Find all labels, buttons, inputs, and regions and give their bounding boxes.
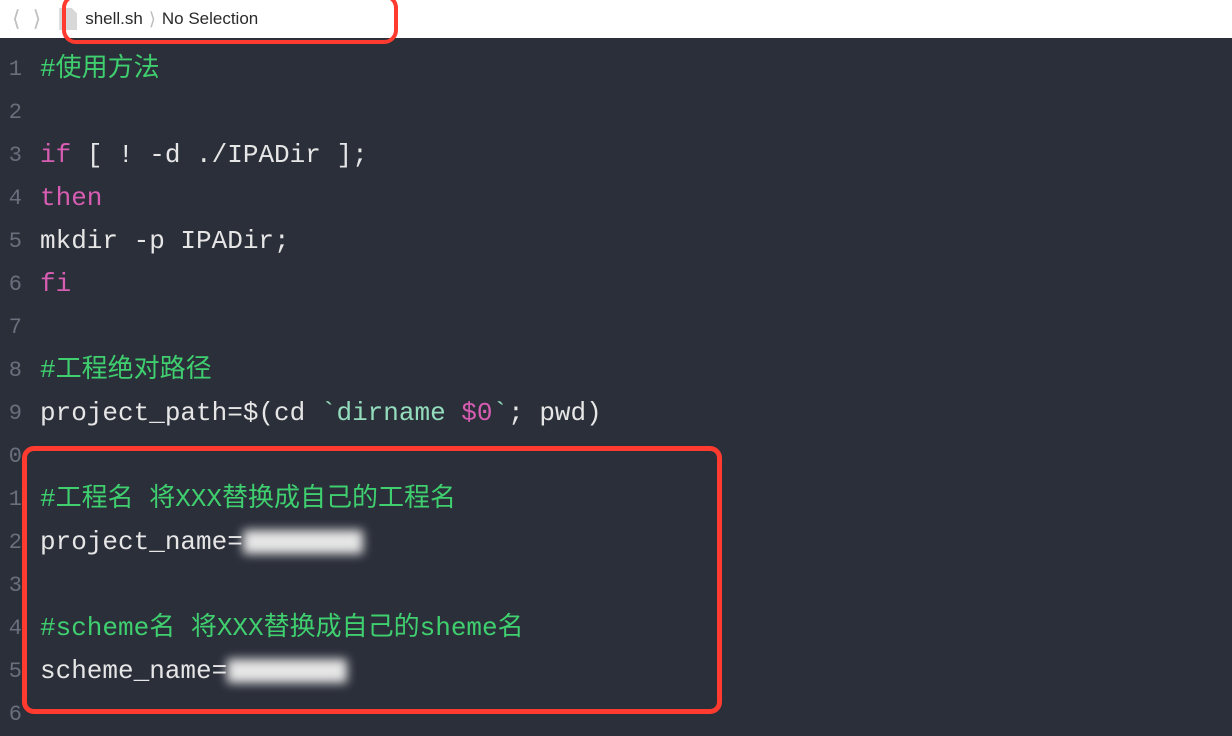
breadcrumb-bar: ⟨ ⟩ shell.sh ⟩ No Selection	[0, 0, 1232, 38]
line-number: 1	[0, 48, 28, 91]
line-number: 4	[0, 607, 28, 650]
text-token: mkdir -p IPADir;	[40, 226, 290, 256]
line-number: 6	[0, 263, 28, 306]
breadcrumb-selection[interactable]: No Selection	[162, 9, 258, 29]
code-line: #使用方法	[40, 48, 1232, 91]
code-line	[40, 91, 1232, 134]
code-line	[40, 306, 1232, 349]
redacted-value	[227, 659, 347, 683]
code-line: mkdir -p IPADir;	[40, 220, 1232, 263]
redacted-value	[243, 530, 363, 554]
code-line: #工程绝对路径	[40, 349, 1232, 392]
keyword-token: then	[40, 183, 102, 213]
line-number: 0	[0, 435, 28, 478]
backtick-token: `	[493, 398, 509, 428]
variable-token: $0	[461, 398, 492, 428]
line-number: 2	[0, 91, 28, 134]
code-line: project_name=	[40, 521, 1232, 564]
line-number: 8	[0, 349, 28, 392]
text-token: project_name=	[40, 527, 243, 557]
line-number: 5	[0, 220, 28, 263]
comment-token: #工程绝对路径	[40, 355, 212, 385]
code-editor[interactable]: 1 2 3 4 5 6 7 8 9 0 1 2 3 4 5 6 #使用方法 if…	[0, 38, 1232, 736]
line-number: 9	[0, 392, 28, 435]
code-line: if [ ! -d ./IPADir ];	[40, 134, 1232, 177]
line-number: 4	[0, 177, 28, 220]
comment-token: #工程名 将XXX替换成自己的工程名	[40, 484, 456, 514]
line-number: 7	[0, 306, 28, 349]
text-token: ; pwd)	[508, 398, 602, 428]
line-number: 3	[0, 134, 28, 177]
breadcrumb-filename[interactable]: shell.sh	[85, 9, 143, 29]
keyword-token: if	[40, 140, 71, 170]
code-line	[40, 435, 1232, 478]
code-line: scheme_name=	[40, 650, 1232, 693]
nav-back-icon[interactable]: ⟨	[6, 6, 27, 32]
text-token: project_path=$(cd	[40, 398, 321, 428]
text-token: [ ! -d ./IPADir ];	[71, 140, 367, 170]
code-area[interactable]: #使用方法 if [ ! -d ./IPADir ]; then mkdir -…	[28, 38, 1232, 736]
code-line: then	[40, 177, 1232, 220]
backtick-token: `dirname	[321, 398, 461, 428]
line-number: 5	[0, 650, 28, 693]
code-line: #scheme名 将XXX替换成自己的sheme名	[40, 607, 1232, 650]
comment-token: #使用方法	[40, 54, 160, 84]
code-line: project_path=$(cd `dirname $0`; pwd)	[40, 392, 1232, 435]
line-gutter: 1 2 3 4 5 6 7 8 9 0 1 2 3 4 5 6	[0, 38, 28, 736]
text-token: scheme_name=	[40, 656, 227, 686]
keyword-token: fi	[40, 269, 71, 299]
code-line: #工程名 将XXX替换成自己的工程名	[40, 478, 1232, 521]
nav-forward-icon[interactable]: ⟩	[27, 6, 48, 32]
code-line	[40, 564, 1232, 607]
line-number: 3	[0, 564, 28, 607]
comment-token: #scheme名 将XXX替换成自己的sheme名	[40, 613, 524, 643]
code-line	[40, 693, 1232, 736]
code-line: fi	[40, 263, 1232, 306]
file-icon	[59, 8, 77, 30]
line-number: 1	[0, 478, 28, 521]
breadcrumb-separator-icon: ⟩	[143, 9, 162, 30]
line-number: 6	[0, 693, 28, 736]
line-number: 2	[0, 521, 28, 564]
